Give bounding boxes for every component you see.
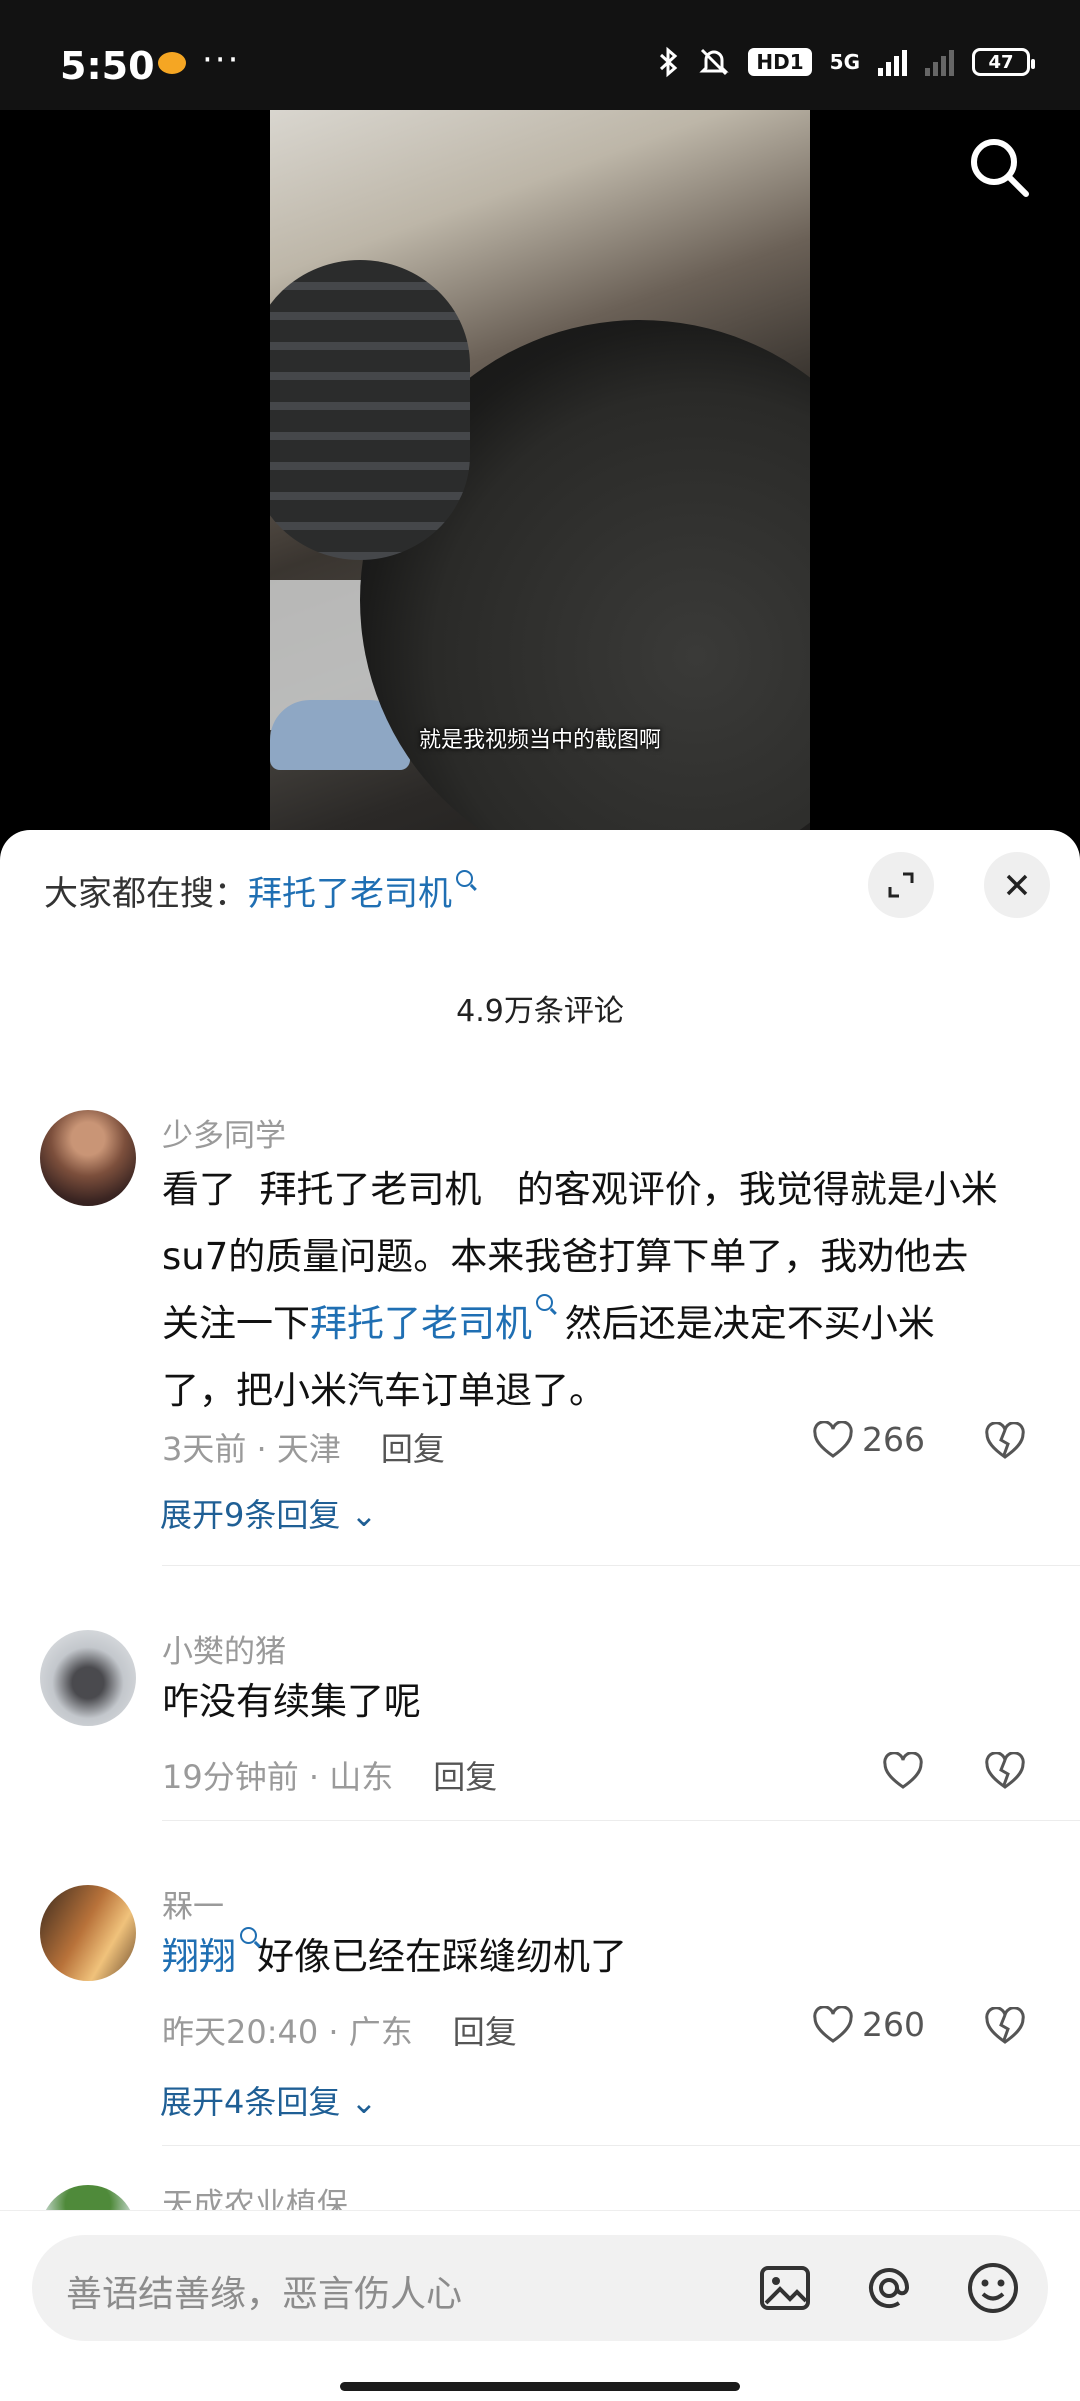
comment-text: 看了 拜托了老司机 的客观评价，我觉得就是小米 su7的质量问题。本来我爸打算下…	[162, 1156, 1042, 1424]
status-bar: 5:50 ··· HD1 5G 47	[0, 0, 1080, 110]
expand-replies[interactable]: 展开4条回复 ⌄	[160, 2077, 377, 2123]
dislike-broken-heart-icon[interactable]	[984, 2007, 1026, 2045]
video-caption: 就是我视频当中的截图啊	[418, 728, 661, 753]
avatar[interactable]	[40, 1885, 136, 1981]
comment-meta: 3天前 · 天津 回复	[162, 1430, 445, 1468]
expand-button[interactable]	[868, 852, 934, 918]
comment-time: 昨天20:40	[162, 2013, 319, 2051]
dislike-broken-heart-icon[interactable]	[984, 1752, 1026, 1790]
close-icon	[1006, 874, 1028, 896]
comment-author[interactable]: 少多同学	[162, 1110, 286, 1155]
status-icons: HD1 5G 47	[658, 46, 1035, 78]
battery-icon: 47	[972, 48, 1035, 76]
divider	[162, 1565, 1080, 1566]
comment-text: 翔翔 好像已经在踩缝纫机了	[162, 1923, 1042, 1990]
topic-link[interactable]: 拜托了老司机	[310, 1302, 532, 1345]
search-small-icon	[240, 1927, 257, 1944]
chevron-down-icon: ⌄	[350, 1496, 378, 1534]
like-count: 260	[862, 2005, 925, 2044]
like-button[interactable]: 260	[812, 2005, 925, 2044]
comment-time: 3天前	[162, 1430, 247, 1468]
comment-author[interactable]: 槑一	[162, 1881, 224, 1926]
divider	[162, 1820, 1080, 1821]
emoji-icon[interactable]	[964, 2259, 1022, 2317]
mute-bell-icon	[699, 48, 730, 76]
comment-time: 19分钟前	[162, 1758, 299, 1796]
avatar[interactable]	[40, 1630, 136, 1726]
hot-search-term[interactable]: 拜托了老司机	[248, 874, 452, 914]
dislike-broken-heart-icon[interactable]	[984, 1422, 1026, 1460]
comment-line: 关注一下拜托了老司机 然后还是决定不买小米	[162, 1290, 1042, 1357]
mention-link[interactable]: 翔翔	[162, 1935, 236, 1978]
avatar[interactable]	[40, 1110, 136, 1206]
expand-replies-label: 展开4条回复	[160, 2083, 341, 2121]
like-count: 266	[862, 1420, 925, 1459]
reply-button[interactable]: 回复	[381, 1430, 445, 1468]
more-notifications-icon: ···	[202, 40, 241, 80]
comment-line: 看了 拜托了老司机 的客观评价，我觉得就是小米	[162, 1168, 998, 1211]
hd-badge: HD1	[748, 48, 812, 76]
comment-text-part: 关注一下	[162, 1302, 310, 1345]
status-time: 5:50	[60, 44, 155, 88]
chevron-down-icon: ⌄	[350, 2083, 378, 2121]
comment-count: 4.9万条评论	[456, 994, 624, 1029]
heart-icon	[813, 2005, 853, 2043]
comment-text-part: 然后还是决定不买小米	[553, 1302, 935, 1345]
video-player[interactable]: 就是我视频当中的截图啊	[0, 110, 1080, 850]
close-button[interactable]	[984, 852, 1050, 918]
mention-at-icon[interactable]	[860, 2259, 918, 2317]
comment-location: 天津	[276, 1430, 341, 1468]
expand-replies-label: 展开9条回复	[160, 1496, 341, 1534]
expand-icon	[888, 872, 914, 898]
comment-location: 广东	[348, 2013, 413, 2051]
video-suspension-boot	[270, 260, 470, 560]
comment-author[interactable]: 小樊的猪	[162, 1626, 286, 1671]
comment-meta: 昨天20:40 · 广东 回复	[162, 2013, 517, 2051]
home-indicator[interactable]	[340, 2382, 740, 2391]
search-icon[interactable]	[964, 132, 1034, 202]
network-label: 5G	[829, 50, 860, 74]
divider	[162, 2145, 1080, 2146]
comment-text-part: 好像已经在踩缝纫机了	[257, 1935, 627, 1978]
comment-location: 山东	[329, 1758, 394, 1796]
reply-button[interactable]: 回复	[433, 1758, 497, 1796]
search-small-icon	[456, 870, 473, 887]
hot-search-prefix: 大家都在搜：	[44, 874, 248, 914]
comment-item: 天成农业植保	[0, 2175, 1080, 2210]
heart-icon	[813, 1420, 853, 1458]
battery-level: 47	[988, 51, 1014, 73]
comment-line: 了，把小米汽车订单退了。	[162, 1369, 606, 1412]
comment-author[interactable]: 天成农业植保	[162, 2179, 348, 2210]
comment-meta: 19分钟前 · 山东 回复	[162, 1758, 498, 1796]
signal-icon	[878, 48, 907, 76]
search-small-icon	[536, 1294, 553, 1311]
comments-sheet: 大家都在搜：拜托了老司机 4.9万条评论 少多同学 看了 拜托了老司机 的客观评…	[0, 830, 1080, 2400]
comment-input-bar: 善语结善缘，恶言伤人心	[0, 2210, 1080, 2401]
avatar[interactable]	[40, 2185, 136, 2210]
image-icon[interactable]	[756, 2259, 814, 2317]
bluetooth-icon	[660, 46, 678, 78]
expand-replies[interactable]: 展开9条回复 ⌄	[160, 1490, 377, 1536]
like-button[interactable]: 266	[812, 1420, 925, 1459]
reply-button[interactable]: 回复	[453, 2013, 517, 2051]
comment-text: 咋没有续集了呢	[162, 1680, 421, 1723]
weibo-icon	[158, 52, 186, 74]
signal-2-icon	[925, 48, 954, 76]
like-heart-icon[interactable]	[882, 1752, 924, 1790]
comment-line: su7的质量问题。本来我爸打算下单了，我劝他去	[162, 1235, 969, 1278]
hot-search-bar[interactable]: 大家都在搜：拜托了老司机	[44, 866, 473, 915]
